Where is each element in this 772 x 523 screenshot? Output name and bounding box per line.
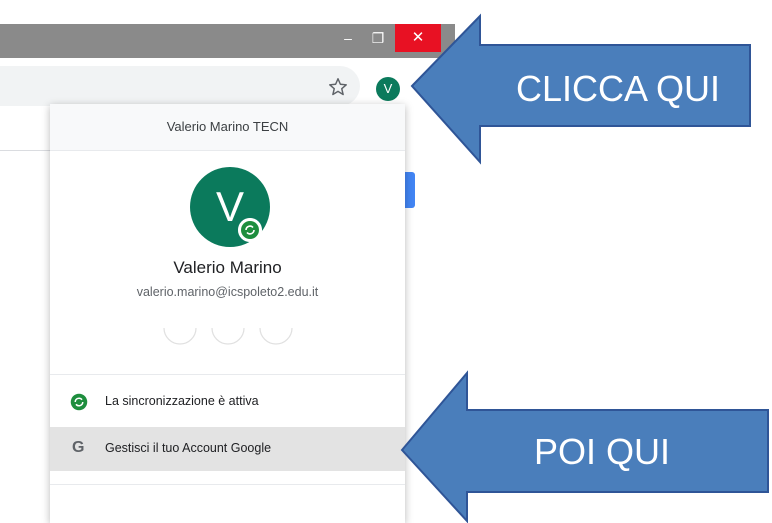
profile-name: Valerio Marino <box>173 258 282 277</box>
manage-google-account-item[interactable]: G Gestisci il tuo Account Google <box>50 427 405 471</box>
google-icon: G <box>72 439 85 456</box>
menu-divider <box>50 374 405 375</box>
sync-icon <box>70 393 88 411</box>
action-circles <box>163 327 293 345</box>
restore-button[interactable]: ❐ <box>363 24 393 52</box>
address-bar[interactable] <box>0 66 360 106</box>
annotation-label-top: CLICCA QUI <box>516 68 721 109</box>
sync-status-label: La sincronizzazione è attiva <box>105 394 259 408</box>
sync-badge-icon <box>238 218 262 242</box>
profile-menu-header: Valerio Marino TECN <box>50 104 405 151</box>
menu-divider-bottom <box>50 484 405 485</box>
manage-account-label: Gestisci il tuo Account Google <box>105 441 272 455</box>
annotation-label-bottom: POI QUI <box>534 431 671 472</box>
profile-email: valerio.marino@icspoleto2.edu.it <box>136 285 319 299</box>
profile-menu: Valerio Marino TECN V Valerio Marino val… <box>50 104 405 523</box>
sync-status-item[interactable]: La sincronizzazione è attiva <box>50 384 405 420</box>
page-divider <box>0 150 50 151</box>
minimize-button[interactable]: – <box>333 24 363 52</box>
star-icon[interactable] <box>327 76 349 98</box>
